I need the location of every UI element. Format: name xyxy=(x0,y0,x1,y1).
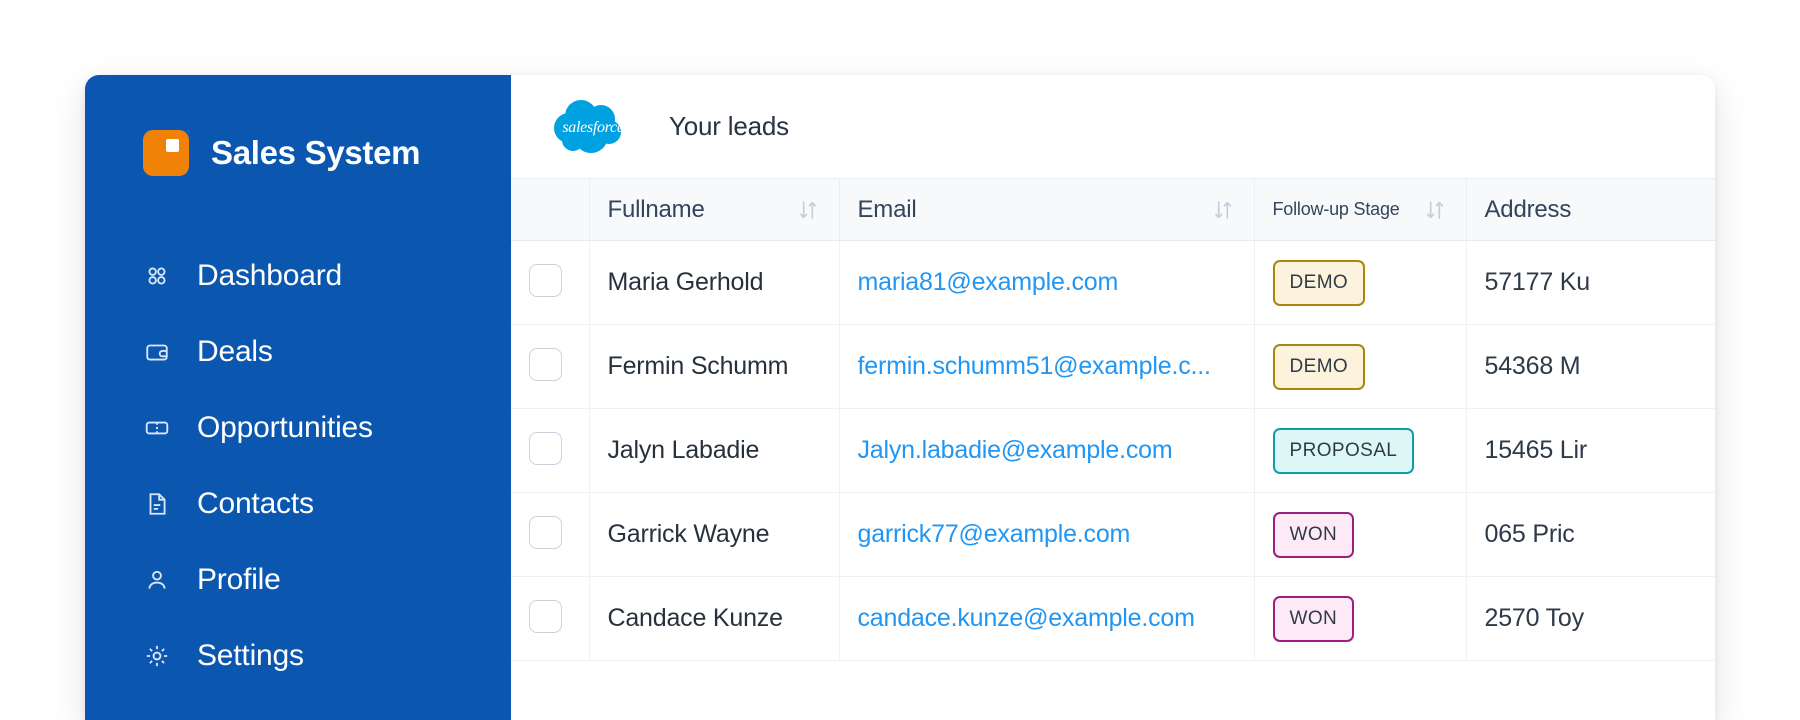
table-row[interactable]: Maria Gerhold maria81@example.com DEMO 5… xyxy=(511,240,1715,325)
sidebar-item-label: Dashboard xyxy=(197,259,342,292)
cell-stage: WON xyxy=(1254,492,1467,577)
row-checkbox[interactable] xyxy=(529,431,562,465)
status-badge: DEMO xyxy=(1272,343,1366,390)
column-header-address[interactable]: Address xyxy=(1466,178,1715,241)
sidebar-item-label: Contacts xyxy=(197,487,314,520)
page-title: Your leads xyxy=(669,111,789,141)
cell-fullname: Jalyn Labadie xyxy=(589,408,840,493)
cell-fullname: Garrick Wayne xyxy=(589,492,840,577)
brand: Sales System xyxy=(85,75,511,176)
ticket-icon xyxy=(143,414,171,442)
row-select-cell[interactable] xyxy=(511,240,590,325)
cell-email[interactable]: candace.kunze@example.com xyxy=(839,576,1255,661)
column-header-label: Fullname xyxy=(607,195,705,223)
sidebar-item-label: Deals xyxy=(197,335,273,368)
cell-email[interactable]: maria81@example.com xyxy=(839,240,1255,325)
brand-title: Sales System xyxy=(211,134,421,171)
sort-icon[interactable] xyxy=(1210,197,1236,223)
row-checkbox[interactable] xyxy=(529,263,562,297)
sidebar-item-dashboard[interactable]: Dashboard xyxy=(85,238,511,314)
cell-email[interactable]: Jalyn.labadie@example.com xyxy=(839,408,1255,493)
row-select-cell[interactable] xyxy=(511,324,590,409)
cell-stage: DEMO xyxy=(1254,324,1467,409)
table-body: Maria Gerhold maria81@example.com DEMO 5… xyxy=(511,240,1715,661)
status-badge: PROPOSAL xyxy=(1272,427,1415,474)
sort-icon[interactable] xyxy=(1422,197,1448,223)
column-header-label: Email xyxy=(857,195,917,223)
sidebar-item-deals[interactable]: Deals xyxy=(85,314,511,390)
screenshot-root: Sales System Dashboard Deals Opportuniti… xyxy=(0,0,1800,720)
topbar: salesforce Your leads xyxy=(511,75,1715,178)
leads-table: Fullname Email Follow-up Stage Address M… xyxy=(511,178,1715,661)
wallet-icon xyxy=(143,338,171,366)
cell-fullname: Fermin Schumm xyxy=(589,324,840,409)
email-link[interactable]: fermin.schumm51@example.c... xyxy=(858,352,1236,381)
row-checkbox[interactable] xyxy=(529,347,562,381)
cell-email[interactable]: garrick77@example.com xyxy=(839,492,1255,577)
document-icon xyxy=(143,490,171,518)
salesforce-cloud-logo-icon: salesforce xyxy=(547,94,639,160)
cell-fullname: Candace Kunze xyxy=(589,576,840,661)
email-link[interactable]: Jalyn.labadie@example.com xyxy=(858,436,1236,465)
table-header-row: Fullname Email Follow-up Stage Address xyxy=(511,178,1715,241)
row-select-cell[interactable] xyxy=(511,576,590,661)
grid-dots-icon xyxy=(143,262,171,290)
column-header-followup-stage[interactable]: Follow-up Stage xyxy=(1254,178,1467,241)
app-window: Sales System Dashboard Deals Opportuniti… xyxy=(85,75,1715,720)
gear-icon xyxy=(143,642,171,670)
cell-email[interactable]: fermin.schumm51@example.c... xyxy=(839,324,1255,409)
status-badge: DEMO xyxy=(1272,259,1366,306)
email-link[interactable]: candace.kunze@example.com xyxy=(858,604,1236,633)
main-content: salesforce Your leads Fullname Email Fol… xyxy=(511,75,1715,720)
sidebar-item-settings[interactable]: Settings xyxy=(85,618,511,694)
cell-stage: DEMO xyxy=(1254,240,1467,325)
table-row[interactable]: Fermin Schumm fermin.schumm51@example.c.… xyxy=(511,324,1715,409)
row-checkbox[interactable] xyxy=(529,515,562,549)
cell-address: 2570 Toy xyxy=(1466,576,1715,661)
table-row[interactable]: Jalyn Labadie Jalyn.labadie@example.com … xyxy=(511,408,1715,493)
cell-address: 15465 Lir xyxy=(1466,408,1715,493)
row-checkbox[interactable] xyxy=(529,599,562,633)
sort-icon[interactable] xyxy=(795,197,821,223)
row-select-cell[interactable] xyxy=(511,408,590,493)
row-select-cell[interactable] xyxy=(511,492,590,577)
sidebar-item-opportunities[interactable]: Opportunities xyxy=(85,390,511,466)
status-badge: WON xyxy=(1272,595,1355,642)
cell-address: 54368 M xyxy=(1466,324,1715,409)
email-link[interactable]: maria81@example.com xyxy=(858,268,1236,297)
user-icon xyxy=(143,566,171,594)
column-header-email[interactable]: Email xyxy=(839,178,1255,241)
sidebar-item-label: Settings xyxy=(197,639,304,672)
cell-address: 57177 Ku xyxy=(1466,240,1715,325)
table-header: Fullname Email Follow-up Stage Address xyxy=(511,178,1715,241)
sidebar-nav: Dashboard Deals Opportunities Contacts P… xyxy=(85,238,511,694)
cell-stage: PROPOSAL xyxy=(1254,408,1467,493)
column-header-select xyxy=(511,178,590,241)
sidebar-item-label: Opportunities xyxy=(197,411,373,444)
sidebar: Sales System Dashboard Deals Opportuniti… xyxy=(85,75,511,720)
app-logo-icon xyxy=(143,130,189,176)
table-row[interactable]: Garrick Wayne garrick77@example.com WON … xyxy=(511,492,1715,577)
svg-text:salesforce: salesforce xyxy=(562,119,623,136)
cell-stage: WON xyxy=(1254,576,1467,661)
column-header-fullname[interactable]: Fullname xyxy=(589,178,840,241)
column-header-label: Follow-up Stage xyxy=(1272,199,1400,219)
status-badge: WON xyxy=(1272,511,1355,558)
sidebar-item-contacts[interactable]: Contacts xyxy=(85,466,511,542)
cell-fullname: Maria Gerhold xyxy=(589,240,840,325)
sidebar-item-label: Profile xyxy=(197,563,281,596)
table-row[interactable]: Candace Kunze candace.kunze@example.com … xyxy=(511,576,1715,661)
cell-address: 065 Pric xyxy=(1466,492,1715,577)
leads-table-scroll[interactable]: Fullname Email Follow-up Stage Address M… xyxy=(511,178,1715,720)
sidebar-item-profile[interactable]: Profile xyxy=(85,542,511,618)
column-header-label: Address xyxy=(1484,195,1572,223)
email-link[interactable]: garrick77@example.com xyxy=(858,520,1236,549)
